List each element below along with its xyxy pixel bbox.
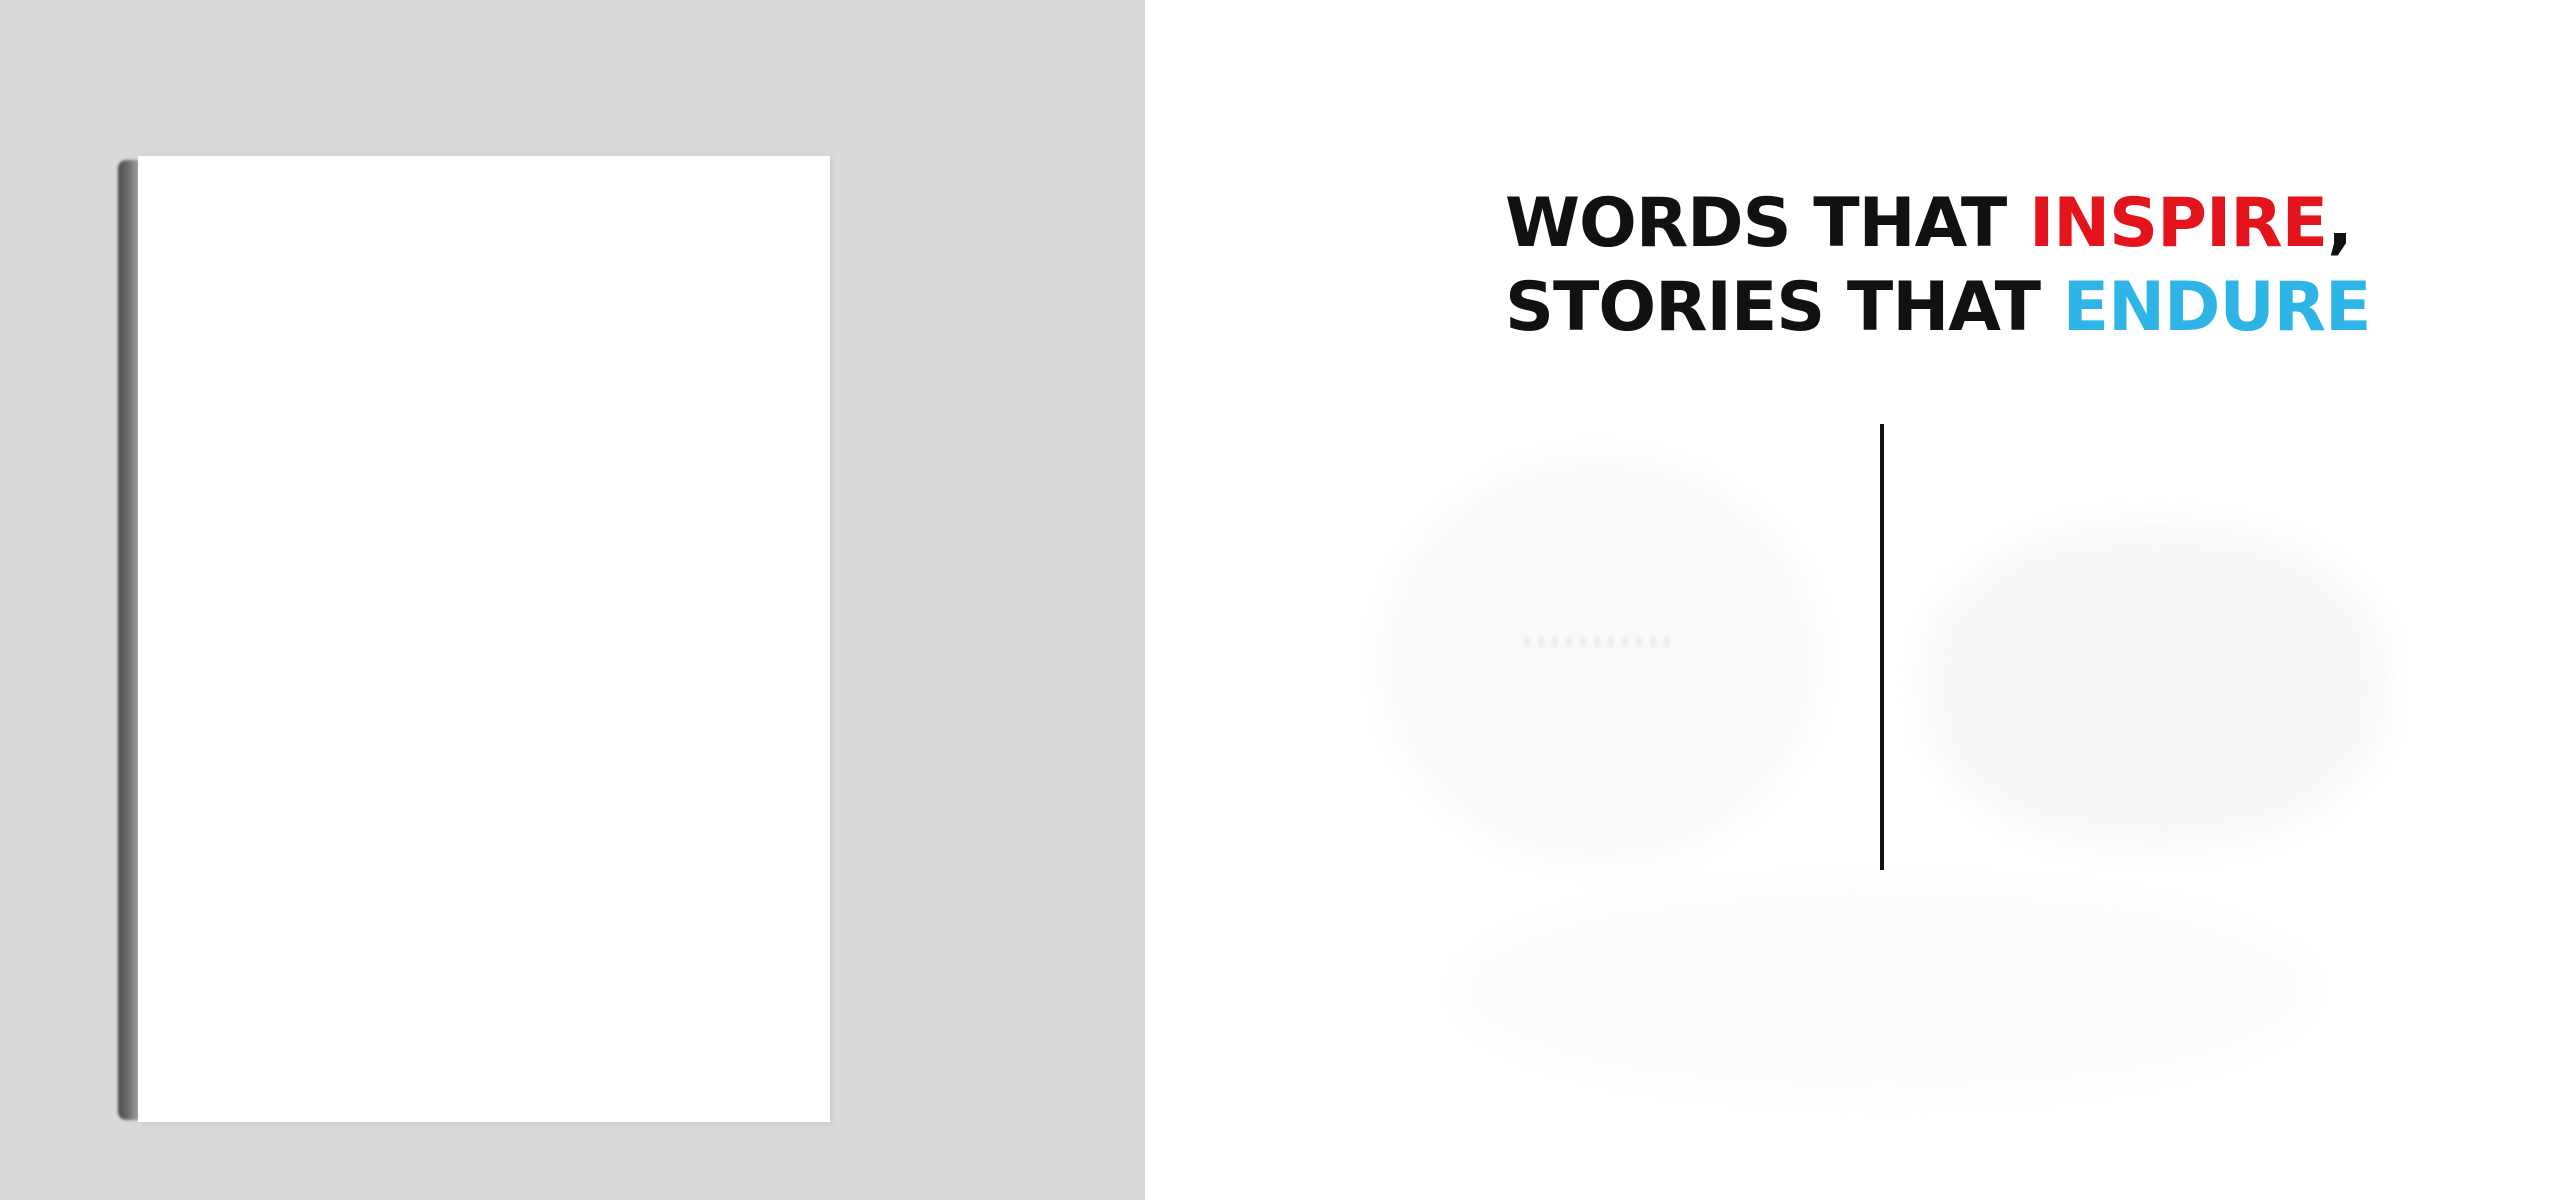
book-cover (138, 156, 830, 1122)
headline-accent-endure: ENDURE (2062, 268, 2372, 347)
faded-dots (1525, 638, 1675, 646)
faded-shape-right (1920, 520, 2390, 850)
book-mockup-panel (0, 0, 1145, 1200)
page: WORDS THAT INSPIRE, STORIES THAT ENDURE (0, 0, 2560, 1200)
book-mockup (118, 156, 830, 1122)
content-panel: WORDS THAT INSPIRE, STORIES THAT ENDURE (1145, 0, 2560, 1200)
headline: WORDS THAT INSPIRE, STORIES THAT ENDURE (1505, 182, 2372, 350)
vertical-divider (1880, 424, 1884, 870)
headline-line2-prefix: STORIES THAT (1505, 268, 2063, 347)
headline-line1-prefix: WORDS THAT (1505, 184, 2029, 263)
headline-accent-inspire: INSPIRE (2028, 184, 2328, 263)
faded-shape-left (1380, 455, 1820, 865)
headline-line1-suffix: , (2327, 184, 2353, 263)
faded-shape-bottom (1455, 880, 2315, 1100)
